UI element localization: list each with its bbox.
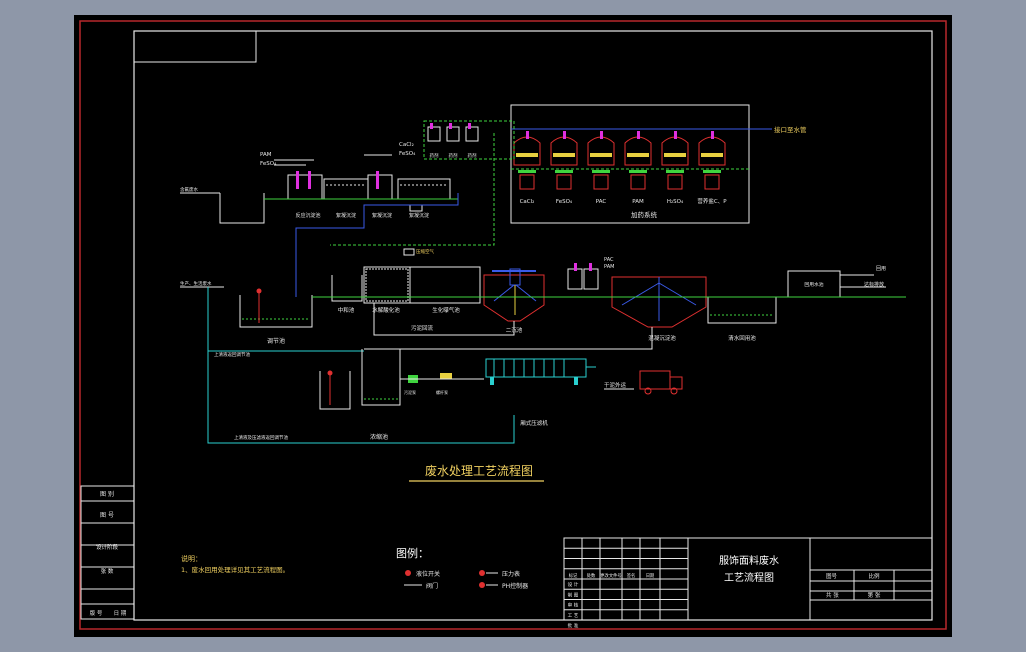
unit-regulating: 调节池 <box>267 337 285 345</box>
tb-right-3: 第 张 <box>868 591 881 599</box>
unit-reuse-tank: 回用水池 <box>804 281 823 288</box>
drawing-sheet: 图 别 图 号 设计阶段 张 数 版 号 日 期 接口至水管 CaCl₂ FeSO… <box>74 15 952 637</box>
top-unit-2: 絮凝沉淀 <box>372 212 392 219</box>
process-flow-drawing: 图 别 图 号 设计阶段 张 数 版 号 日 期 接口至水管 CaCl₂ FeSO… <box>79 20 947 630</box>
unit-clear: 清水回用池 <box>728 334 756 342</box>
strip-cell-1: 图 号 <box>100 512 114 519</box>
dosing-tank-label: 营养盐C、P <box>697 197 727 205</box>
dosing-room-label: 加药系统 <box>631 210 658 219</box>
dosing-tank: H₂SO₄ <box>661 131 689 205</box>
tb-mid-cell: 更改文件号 <box>600 572 621 579</box>
tb-mid-cell: 日期 <box>646 573 655 579</box>
small-chem-2: 药剂 <box>468 152 477 159</box>
corner-box <box>133 30 257 63</box>
tb-role-cell: 批 准 <box>568 622 579 629</box>
dosing-tank-label: CaCl₂ <box>520 199 535 205</box>
dosing-tank: 营养盐C、P <box>697 131 727 205</box>
coag-pam: PAM <box>604 264 614 270</box>
top-unit-3: 絮凝沉淀 <box>409 212 429 219</box>
project-name-2: 工艺流程图 <box>724 571 774 584</box>
small-chem-1: 药剂 <box>449 152 458 159</box>
tb-role-cell: 设 计 <box>568 581 579 588</box>
strip-cell-2: 设计阶段 <box>96 543 119 551</box>
tb-mid-cell: 签名 <box>627 572 636 579</box>
legend-item-3: PH控制器 <box>502 582 528 590</box>
sludge-return-label: 污泥回流 <box>411 324 434 332</box>
tb-mid-cell: 处数 <box>587 572 596 579</box>
discharge-label: 达标排放 <box>864 281 884 288</box>
notes-line1: 1、废水回用处理详见其工艺流程图。 <box>181 565 289 574</box>
tb-role-cell: 制 图 <box>568 591 579 598</box>
unit-neutral: 中和池 <box>338 306 355 314</box>
strip-cell-5: 日 期 <box>114 610 127 617</box>
tb-role-cell: 工 艺 <box>568 613 579 619</box>
small-chem-tanks: 药剂 药剂 药剂 CaCl₂ FeSO₄ <box>399 120 515 160</box>
discharge-pipe-label: 接口至水管 <box>774 125 807 134</box>
screw-pump-label: 螺杆泵 <box>436 389 448 395</box>
dosing-tank: PAM <box>624 131 652 205</box>
sludge-cake-label: 干泥外运 <box>604 381 627 389</box>
strip-cell-4: 版 号 <box>90 609 103 617</box>
tb-role-cell: 审 核 <box>568 602 579 609</box>
strip-cell-3: 张 数 <box>101 567 114 575</box>
pressure-gauge-icon <box>479 570 485 576</box>
tb-right-2: 共 张 <box>826 591 839 599</box>
top-feso: FeSO₄ <box>260 161 277 167</box>
tb-right-0: 图号 <box>826 572 838 580</box>
ph-controller-icon <box>479 582 485 588</box>
legend-item-0: 液位开关 <box>416 570 440 578</box>
legend: 图例： 液位开关 压力表 阀门 PH控制器 <box>396 546 528 590</box>
reuse-label: 回用 <box>876 266 886 272</box>
unit-press: 厢式压滤机 <box>520 419 548 427</box>
dosing-tank-label: FeSO₄ <box>556 199 573 205</box>
project-name-1: 服饰面料废水 <box>719 554 779 567</box>
top-pam: PAM <box>260 152 272 158</box>
dosing-tank: CaCl₂ <box>513 131 541 205</box>
top-unit-0: 反应沉淀池 <box>295 212 320 219</box>
strip-cell-0: 图 别 <box>100 490 114 498</box>
inlet-line-label: 生产、生活废水 <box>180 280 212 287</box>
dosing-tank-label: PAM <box>632 199 644 205</box>
dosing-tank: FeSO₄ <box>550 131 578 205</box>
filtrate-label: 上清液及压滤液返回调节池 <box>234 434 288 441</box>
chem-cacl: CaCl₂ <box>399 142 414 148</box>
aeration-pipe-label: 压缩空气 <box>416 248 434 255</box>
level-switch-icon <box>405 570 411 576</box>
top-line: PAM FeSO₄ 含氟废水 反应沉淀池 絮凝沉淀 絮凝沉淀 絮凝沉淀 <box>180 133 495 297</box>
notes-title: 说明： <box>181 554 202 563</box>
top-unit-1: 絮凝沉淀 <box>336 212 356 219</box>
main-title: 废水处理工艺流程图 <box>425 463 533 478</box>
main-line: 生产、生活废水 调节池 中和池 水解酸化池 生化曝气池 污泥回流 压缩空气 二沉… <box>180 248 906 444</box>
legend-item-2: 阀门 <box>426 582 438 590</box>
dosing-tank: PAC <box>587 131 615 205</box>
legend-title: 图例： <box>396 546 429 560</box>
notes: 说明： 1、废水回用处理详见其工艺流程图。 <box>181 554 289 574</box>
top-inlet-label: 含氟废水 <box>180 186 198 193</box>
supernatant-label: 上清液返回调节池 <box>214 351 250 358</box>
unit-aeration: 生化曝气池 <box>432 306 460 314</box>
unit-hydrolysis: 水解酸化池 <box>372 306 400 314</box>
chem-feso: FeSO₄ <box>399 151 416 157</box>
dosing-room: 接口至水管 CaCl₂ FeSO₄ PAC PAM H₂SO₄ 营养盐C、P 加药系统 <box>510 104 807 224</box>
tb-right-1: 比例 <box>868 572 880 580</box>
small-chem-0: 药剂 <box>430 152 439 159</box>
coag-pac: PAC <box>604 257 614 263</box>
dosing-tank-label: PAC <box>596 199 607 205</box>
sludge-pump-label: 污泥泵 <box>404 389 416 395</box>
inner-border <box>133 30 933 621</box>
legend-item-1: 压力表 <box>502 570 520 578</box>
unit-thickener: 浓缩池 <box>370 433 388 441</box>
tb-mid-cell: 标记 <box>569 572 578 579</box>
main-title-group: 废水处理工艺流程图 <box>409 463 544 482</box>
left-strip-table: 图 别 图 号 设计阶段 张 数 版 号 日 期 <box>80 485 135 620</box>
title-block: 标记 处数 更改文件号 签名 日期设 计制 图审 核工 艺批 准 服饰面料废水 工艺流程… <box>563 537 933 629</box>
dosing-tank-label: H₂SO₄ <box>667 199 684 205</box>
